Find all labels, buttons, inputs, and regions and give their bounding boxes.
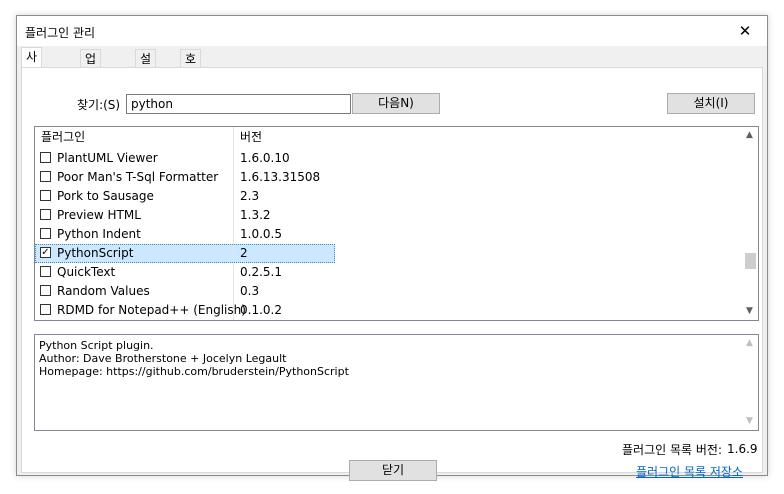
plugin-version: 2.3 — [240, 189, 260, 203]
plugin-cell: ✓ PythonScript — [35, 244, 234, 263]
description-line: Author: Dave Brotherstone + Jocelyn Lega… — [39, 352, 287, 365]
install-button[interactable]: 설치(I) — [667, 93, 755, 114]
description-box[interactable]: Python Script plugin. Author: Dave Broth… — [34, 334, 759, 431]
plugin-version: 1.3.2 — [240, 208, 271, 222]
plugin-name: Preview HTML — [57, 208, 141, 222]
plugin-checkbox[interactable] — [40, 285, 51, 296]
search-input[interactable] — [126, 94, 351, 114]
plugin-checkbox[interactable] — [40, 266, 51, 277]
plugin-version: 1.6.0.10 — [240, 151, 290, 165]
plugin-manager-dialog: 플러그인 관리 ✕ 사용 가능 업데이트 설치됨 호환되지 않음 찾기:(S) … — [16, 15, 768, 481]
plugin-name: Pork to Sausage — [57, 189, 154, 203]
plugin-version: 0.2.5.1 — [240, 265, 282, 279]
tab-updates[interactable]: 업데이트 — [80, 49, 102, 120]
tab-available[interactable]: 사용 가능 — [21, 47, 43, 118]
list-version-label: 플러그인 목록 버전: — [622, 443, 722, 457]
scroll-up-icon[interactable]: ▲ — [741, 335, 758, 352]
list-item[interactable]: PlantUML Viewer 1.6.0.10 — [35, 149, 335, 168]
list-item[interactable]: Random Values 0.3 — [35, 282, 335, 301]
plugin-version: 1.6.13.31508 — [240, 170, 321, 184]
scroll-down-icon[interactable]: ▼ — [741, 413, 758, 430]
plugin-version: 2 — [240, 246, 248, 260]
plugin-repo-link[interactable]: 플러그인 목록 저장소 — [636, 463, 743, 480]
plugin-checkbox[interactable] — [40, 304, 51, 315]
plugin-cell: Python Indent — [35, 225, 234, 244]
column-header-version[interactable]: 버전 — [234, 127, 334, 149]
list-item[interactable]: Poor Man's T-Sql Formatter 1.6.13.31508 — [35, 168, 335, 187]
plugin-cell: Random Values — [35, 282, 234, 301]
plugin-cell: RDMD for Notepad++ (English) — [35, 301, 246, 320]
scroll-thumb[interactable] — [745, 253, 756, 269]
list-item[interactable]: RDMD for Notepad++ (English) 0.1.0.2 — [35, 301, 335, 320]
window-title: 플러그인 관리 — [25, 26, 96, 40]
list-item[interactable]: Preview HTML 1.3.2 — [35, 206, 335, 225]
plugin-name: Python Indent — [57, 227, 141, 241]
plugin-name: QuickText — [57, 265, 116, 279]
title-bar: 플러그인 관리 ✕ — [17, 16, 767, 46]
next-button[interactable]: 다음N) — [352, 93, 440, 114]
plugin-cell: Poor Man's T-Sql Formatter — [35, 168, 234, 187]
plugin-checkbox[interactable] — [40, 228, 51, 239]
column-header-plugin[interactable]: 플러그인 — [35, 127, 234, 149]
plugin-checkbox[interactable] — [40, 152, 51, 163]
list-rows: PlantUML Viewer 1.6.0.10 Poor Man's T-Sql … — [35, 149, 335, 320]
tab-installed[interactable]: 설치됨 — [135, 49, 157, 102]
plugin-version: 1.0.0.5 — [240, 227, 282, 241]
list-scrollbar[interactable]: ▲ ▼ — [741, 127, 758, 320]
plugin-name: Poor Man's T-Sql Formatter — [57, 170, 219, 184]
check-icon: ✓ — [41, 247, 50, 258]
scroll-up-icon[interactable]: ▲ — [741, 127, 758, 144]
scroll-down-icon[interactable]: ▼ — [741, 303, 758, 320]
plugin-list[interactable]: 플러그인 버전 PlantUML Viewer 1.6.0.10 Poor Man'… — [34, 126, 759, 321]
close-button[interactable]: 닫기 — [349, 460, 437, 481]
plugin-cell: Preview HTML — [35, 206, 234, 225]
list-item[interactable]: Python Indent 1.0.0.5 — [35, 225, 335, 244]
description-scrollbar[interactable]: ▲ ▼ — [741, 335, 758, 430]
plugin-checkbox[interactable]: ✓ — [40, 247, 51, 258]
description-line: Homepage: https://github.com/bruderstein… — [39, 365, 349, 378]
plugin-version: 0.3 — [240, 284, 260, 298]
list-version-value: 1.6.9 — [727, 442, 758, 456]
plugin-cell: Pork to Sausage — [35, 187, 234, 206]
tab-panel: 찾기:(S) 다음N) 설치(I) 플러그인 버전 PlantUML Viewe… — [21, 67, 763, 481]
plugin-cell: PlantUML Viewer — [35, 149, 234, 168]
plugin-name: Random Values — [57, 284, 150, 298]
plugin-checkbox[interactable] — [40, 171, 51, 182]
plugin-name: PlantUML Viewer — [57, 151, 158, 165]
plugin-cell: QuickText — [35, 263, 234, 282]
list-item[interactable]: QuickText 0.2.5.1 — [35, 263, 335, 282]
list-header: 플러그인 버전 — [35, 127, 335, 149]
search-label: 찾기:(S) — [77, 98, 121, 112]
plugin-name: PythonScript — [57, 246, 134, 260]
description-line: Python Script plugin. — [39, 339, 154, 352]
close-icon[interactable]: ✕ — [723, 16, 767, 46]
list-item[interactable]: ✓ PythonScript 2 — [35, 244, 335, 263]
list-item[interactable]: Pork to Sausage 2.3 — [35, 187, 335, 206]
plugin-checkbox[interactable] — [40, 209, 51, 220]
tab-incompatible[interactable]: 호환되지 않음 — [180, 49, 202, 156]
plugin-version: 0.1.0.2 — [240, 303, 282, 317]
plugin-checkbox[interactable] — [40, 190, 51, 201]
plugin-name: RDMD for Notepad++ (English) — [57, 303, 246, 317]
